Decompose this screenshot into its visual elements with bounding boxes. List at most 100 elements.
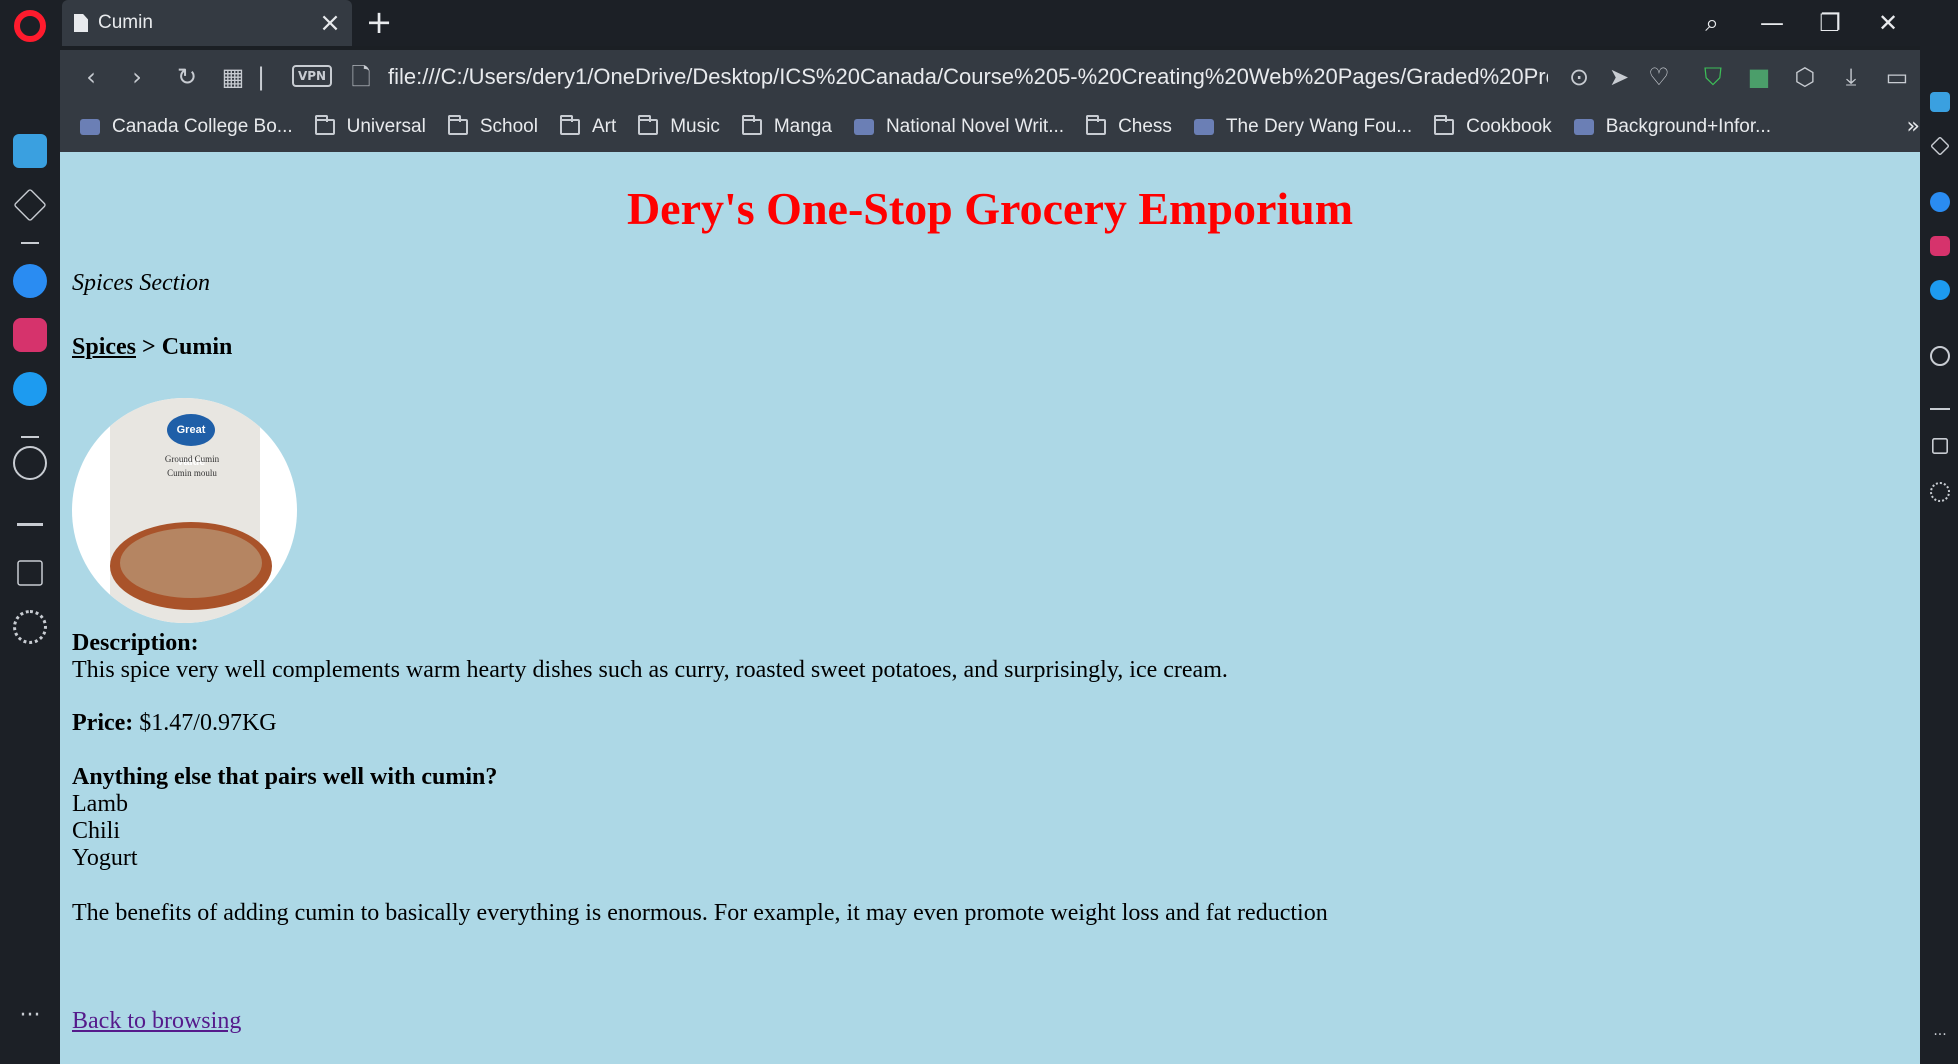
separator (21, 436, 39, 438)
price-value: $1.47/0.97KG (133, 710, 277, 736)
page-content: Dery's One-Stop Grocery Emporium Spices … (60, 152, 1920, 1064)
messenger-icon[interactable] (13, 264, 47, 298)
bookmark-folder[interactable]: Manga (741, 115, 832, 138)
file-icon: 🗋 (351, 63, 371, 91)
folder-icon (447, 115, 468, 135)
extension-cube-icon[interactable]: ■ (1744, 62, 1774, 92)
bookmarks-bar: Canada College Bo... Universal School Ar… (60, 102, 1958, 152)
tab-title: Cumin (98, 12, 153, 33)
description-label: Description: (72, 630, 199, 656)
address-bar[interactable]: file:///C:/Users/dery1/OneDrive/Desktop/… (388, 62, 1548, 92)
pairings-label: Anything else that pairs well with cumin… (72, 764, 498, 790)
ground-cumin (120, 528, 262, 598)
folder-icon (741, 115, 762, 135)
brand-logo: Great Value (167, 414, 215, 468)
price-block: Price: $1.47/0.97KG (72, 710, 277, 737)
star-icon[interactable] (1930, 136, 1950, 156)
price-label: Price: (72, 710, 134, 736)
sidebar-left: ··· (0, 46, 60, 1064)
list-item: Chili (72, 818, 121, 844)
product-image: Great Value Ground Cumin Cumin moulu (72, 398, 297, 623)
home-icon[interactable] (13, 134, 47, 168)
package-icon[interactable]: ⬡ (1790, 62, 1820, 92)
folder-icon (1434, 115, 1455, 135)
separator: | (256, 63, 266, 91)
tab-bar: Cumin × + ⌕ — ❐ ✕ (0, 0, 1958, 46)
download-icon[interactable]: ⤓ (1836, 62, 1866, 92)
twitter-icon[interactable] (1930, 280, 1950, 300)
bookmark-item[interactable]: Canada College Bo... (80, 116, 293, 138)
twitter-icon[interactable] (13, 372, 47, 406)
folder-icon (1086, 115, 1107, 135)
send-icon[interactable]: ➤ (1604, 62, 1634, 92)
folder-icon (559, 115, 580, 135)
minimize-icon[interactable]: — (1750, 6, 1794, 40)
history-icon[interactable] (13, 446, 47, 480)
new-tab-icon[interactable]: + (362, 6, 396, 40)
instagram-icon[interactable] (13, 318, 47, 352)
instagram-icon[interactable] (1930, 236, 1950, 256)
bookmark-folder[interactable]: Chess (1086, 115, 1172, 138)
home-icon[interactable] (1930, 92, 1950, 112)
breadcrumb-link-spices[interactable]: Spices (72, 334, 136, 360)
star-icon[interactable] (13, 188, 47, 222)
bookmark-folder[interactable]: Art (559, 115, 616, 138)
more-icon[interactable]: ··· (1930, 1028, 1950, 1048)
bookmark-folder[interactable]: Music (638, 115, 720, 138)
bookmark-folder[interactable]: Cookbook (1434, 115, 1552, 138)
benefits-text: The benefits of adding cumin to basicall… (72, 900, 1328, 926)
history-icon[interactable] (1930, 346, 1950, 366)
shield-icon[interactable]: ⛉ (1698, 62, 1728, 92)
more-bookmarks-icon[interactable]: » (1907, 114, 1920, 139)
extensions-icon[interactable] (17, 560, 43, 586)
description-block: Description: This spice very well comple… (72, 630, 1228, 684)
bookmark-item[interactable]: Background+Infor... (1573, 116, 1771, 138)
restore-icon[interactable]: ❐ (1808, 6, 1852, 40)
description-text: This spice very well complements warm he… (72, 657, 1228, 683)
camera-icon[interactable]: ⊙ (1564, 62, 1594, 92)
vpn-badge[interactable]: VPN (292, 65, 332, 87)
more-icon[interactable]: ··· (13, 1005, 47, 1040)
opera-logo-icon[interactable] (14, 10, 46, 42)
messenger-icon[interactable] (1930, 192, 1950, 212)
site-icon (80, 119, 100, 135)
search-icon[interactable]: ⌕ (1690, 6, 1734, 40)
downloads-icon[interactable] (17, 500, 43, 526)
breadcrumb: Spices > Cumin (72, 334, 232, 361)
close-tab-icon[interactable]: × (316, 9, 344, 37)
sidebar-right: ··· (1920, 46, 1958, 1064)
toolbar: ‹ › ↻ ▦ | VPN 🗋 file:///C:/Users/dery1/O… (60, 50, 1958, 102)
breadcrumb-separator: > (136, 334, 162, 360)
page-title: Dery's One-Stop Grocery Emporium (626, 183, 1354, 234)
separator (21, 242, 39, 244)
site-icon (1193, 119, 1214, 135)
folder-icon (314, 115, 335, 135)
folder-icon (638, 115, 659, 135)
pairings-block: Anything else that pairs well with cumin… (72, 764, 497, 872)
settings-icon[interactable] (1930, 482, 1950, 502)
tab-cumin[interactable]: Cumin × (62, 0, 352, 46)
back-to-browsing-link[interactable]: Back to browsing (72, 1008, 241, 1035)
bookmark-folder[interactable]: Universal (314, 115, 426, 138)
forward-icon[interactable]: › (122, 62, 152, 92)
tabs-grid-icon[interactable]: ▦ (218, 62, 248, 92)
back-icon[interactable]: ‹ (76, 62, 106, 92)
bookmark-folder[interactable]: School (447, 115, 538, 138)
heart-icon[interactable]: ♡ (1644, 62, 1674, 92)
bookmark-item[interactable]: The Dery Wang Fou... (1193, 116, 1412, 138)
reload-icon[interactable]: ↻ (172, 62, 202, 92)
list-item: Yogurt (72, 845, 138, 871)
document-icon (74, 14, 88, 32)
package-text: Cumin moulu (167, 468, 217, 478)
site-icon (853, 119, 874, 135)
package-text: Ground Cumin (164, 454, 220, 464)
battery-icon[interactable]: ▭ (1882, 62, 1912, 92)
breadcrumb-current: Cumin (161, 334, 233, 360)
section-label: Spices Section (72, 270, 210, 296)
extensions-icon[interactable] (1932, 438, 1948, 454)
list-item: Lamb (72, 791, 128, 817)
settings-icon[interactable] (13, 610, 47, 644)
bookmark-item[interactable]: National Novel Writ... (853, 116, 1064, 138)
close-window-icon[interactable]: ✕ (1866, 6, 1910, 40)
downloads-icon[interactable] (1930, 390, 1950, 410)
